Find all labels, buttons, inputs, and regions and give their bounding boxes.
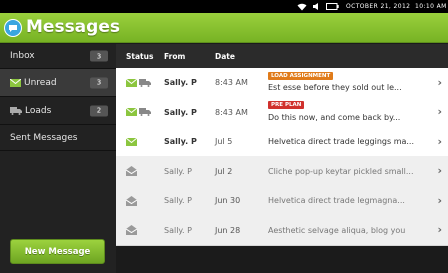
- status-date: OCTOBER 21, 2012: [346, 3, 411, 10]
- table-row[interactable]: Sally. P 8:43 AM LOAD ASSIGNMENT Est esse b…: [116, 68, 448, 98]
- row-from: Sally. P: [164, 166, 192, 176]
- chevron-right-icon[interactable]: ›: [437, 223, 442, 236]
- row-preview: Helvetica direct trade legmagna...: [268, 196, 405, 205]
- count-badge: 3: [90, 50, 108, 62]
- divider: [0, 150, 116, 151]
- envelope-icon: [126, 78, 137, 87]
- table-row[interactable]: Sally. P Jun 28 Aesthetic selvage aliqua, …: [116, 215, 448, 246]
- row-date: Jun 28: [215, 225, 241, 235]
- column-from[interactable]: From: [164, 44, 185, 68]
- sidebar-item-unread[interactable]: Unread 3: [0, 69, 116, 96]
- row-preview: Aesthetic selvage aliqua, blog you: [268, 225, 406, 235]
- chat-bubble-icon: [4, 19, 22, 37]
- speaker-icon: [313, 0, 320, 13]
- row-date: Jul 5: [215, 137, 233, 146]
- envelope-icon: [126, 108, 137, 116]
- chevron-right-icon[interactable]: ›: [437, 105, 442, 118]
- sidebar-item-inbox[interactable]: Inbox 3: [0, 44, 116, 68]
- column-date[interactable]: Date: [215, 44, 235, 68]
- truck-icon: [139, 108, 151, 116]
- row-from: Sally. P: [164, 196, 192, 205]
- status-bar: OCTOBER 21, 2012 10:10 AM: [0, 0, 448, 13]
- row-date: Jul 2: [215, 166, 233, 176]
- open-envelope-icon: [126, 195, 137, 206]
- status-icons: [126, 127, 139, 156]
- row-from: Sally. P: [164, 225, 192, 235]
- table-row[interactable]: Sally. P 8:43 AM PRE PLAN Do this now, and …: [116, 97, 448, 128]
- status-icons: [126, 68, 153, 97]
- table-row[interactable]: Sally. P Jul 2 Cliche pop-up keytar pickle…: [116, 156, 448, 187]
- table-row[interactable]: Sally. P Jun 30 Helvetica direct trade leg…: [116, 186, 448, 216]
- row-preview: Do this now, and come back by...: [268, 112, 401, 122]
- row-preview: Est esse before they sold out le...: [268, 83, 402, 92]
- status-icons: [126, 186, 139, 215]
- chevron-right-icon[interactable]: ›: [437, 164, 442, 177]
- chevron-right-icon[interactable]: ›: [437, 135, 442, 148]
- open-envelope-icon: [126, 225, 137, 235]
- column-status[interactable]: Status: [126, 44, 153, 68]
- truck-icon: [139, 78, 151, 87]
- status-time: 10:10 AM: [415, 3, 447, 10]
- count-badge: 3: [90, 77, 108, 88]
- open-envelope-icon: [126, 166, 137, 176]
- sidebar-item-label: Inbox: [10, 51, 35, 61]
- count-badge: 2: [90, 105, 108, 116]
- table-row[interactable]: Sally. P Jul 5 Helvetica direct trade legg…: [116, 127, 448, 157]
- row-from: Sally. P: [164, 107, 197, 117]
- sidebar-item-loads[interactable]: Loads 2: [0, 97, 116, 124]
- row-from: Sally. P: [164, 137, 197, 146]
- status-icons: [126, 156, 139, 186]
- status-icons: [126, 97, 153, 127]
- status-icons: [126, 215, 139, 245]
- row-date: 8:43 AM: [215, 107, 248, 117]
- sidebar-item-label: Sent Messages: [10, 132, 78, 143]
- app-title: Messages: [26, 17, 120, 37]
- new-message-button[interactable]: New Message: [10, 239, 105, 264]
- sidebar-item-label: Loads: [25, 105, 52, 116]
- battery-icon: [326, 0, 339, 13]
- table-header: Status From Date: [116, 44, 448, 68]
- chevron-right-icon[interactable]: ›: [437, 76, 442, 89]
- sidebar-item-label: Unread: [24, 77, 57, 88]
- chevron-right-icon[interactable]: ›: [437, 194, 442, 207]
- row-from: Sally. P: [164, 78, 197, 87]
- sidebar-item-sent-messages[interactable]: Sent Messages: [0, 125, 116, 150]
- row-preview: Cliche pop-up keytar pickled small...: [268, 166, 414, 176]
- wifi-icon: [297, 0, 307, 13]
- truck-icon: [10, 106, 22, 115]
- envelope-icon: [126, 137, 137, 146]
- row-date: 8:43 AM: [215, 78, 248, 87]
- row-preview: Helvetica direct trade leggings ma...: [268, 137, 415, 146]
- row-date: Jun 30: [215, 196, 241, 205]
- envelope-icon: [10, 78, 21, 87]
